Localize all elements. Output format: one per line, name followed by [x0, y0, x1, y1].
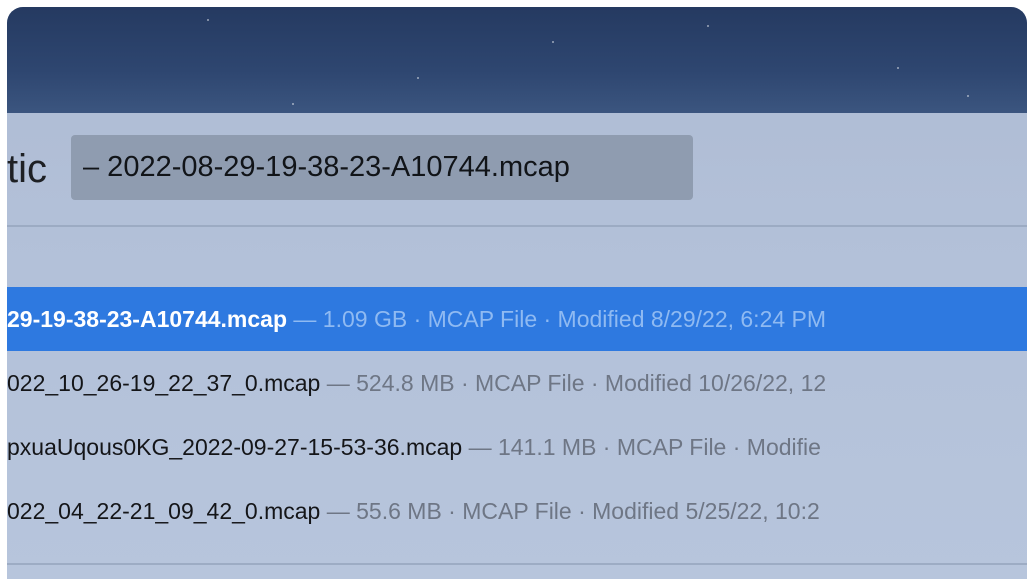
divider: [7, 563, 1027, 565]
file-details: — 524.8 MB · MCAP File · Modified 10/26/…: [320, 370, 827, 396]
app-window: tic – 2022-08-29-19-38-23-A10744.mcap 29…: [7, 7, 1027, 579]
file-name: 022_04_22-21_09_42_0.mcap: [7, 498, 321, 524]
recent-file-row[interactable]: 022_04_22-21_09_42_0.mcap — 55.6 MB · MC…: [7, 479, 1027, 543]
file-name: 29-19-38-23-A10744.mcap: [7, 306, 288, 332]
file-details: — 55.6 MB · MCAP File · Modified 5/25/22…: [320, 498, 820, 524]
recent-file-row[interactable]: pxuaUqous0KG_2022-09-27-15-53-36.mcap — …: [7, 415, 1027, 479]
recent-file-row[interactable]: 022_10_26-19_22_37_0.mcap — 524.8 MB · M…: [7, 351, 1027, 415]
app-title: tic: [7, 147, 47, 191]
divider: [7, 225, 1027, 227]
file-name: pxuaUqous0KG_2022-09-27-15-53-36.mcap: [7, 434, 463, 460]
file-name: 022_10_26-19_22_37_0.mcap: [7, 370, 321, 396]
recent-file-row[interactable]: 29-19-38-23-A10744.mcap — 1.09 GB · MCAP…: [7, 287, 1027, 351]
desktop-wallpaper: [7, 7, 1027, 113]
file-details: — 1.09 GB · MCAP File · Modified 8/29/22…: [287, 306, 827, 332]
file-details: — 141.1 MB · MCAP File · Modifie: [462, 434, 821, 460]
document-title[interactable]: – 2022-08-29-19-38-23-A10744.mcap: [71, 135, 693, 200]
recent-files-list: 29-19-38-23-A10744.mcap — 1.09 GB · MCAP…: [7, 287, 1027, 543]
